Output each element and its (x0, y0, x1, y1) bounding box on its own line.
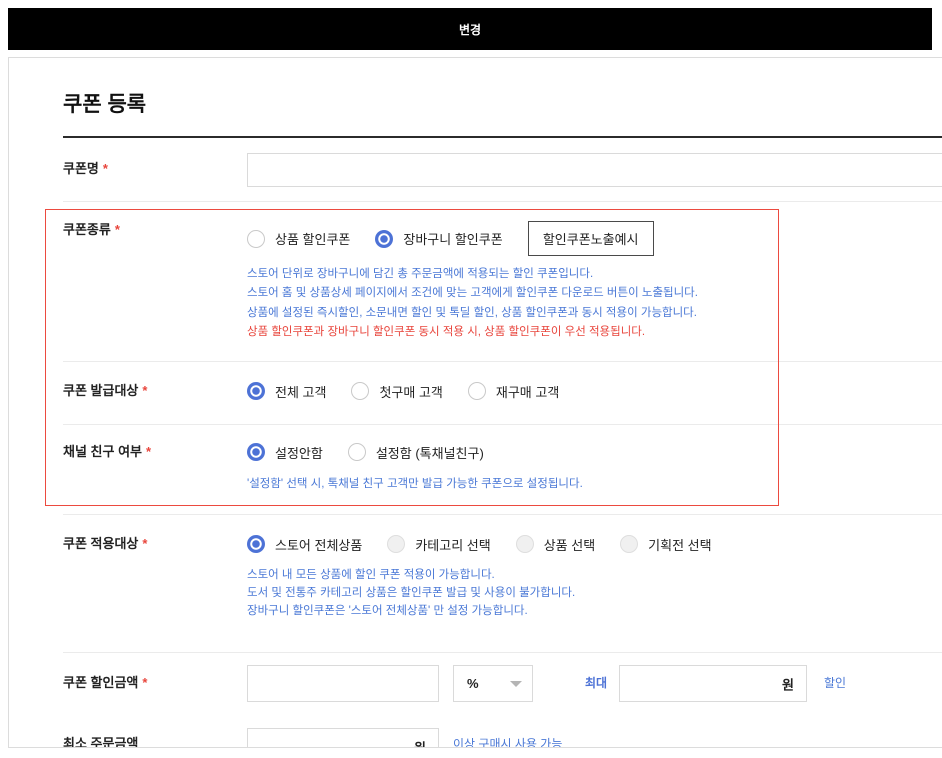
issue-target-radio-group: 전체 고객 첫구매 고객 재구매 고객 (247, 381, 559, 401)
radio-label: 상품 할인쿠폰 (275, 232, 351, 247)
min-order-field[interactable]: 원 (247, 728, 439, 747)
coupon-type-label: 쿠폰종류 * (63, 221, 120, 239)
coupon-name-input[interactable] (248, 154, 942, 186)
required-mark: * (114, 222, 120, 237)
help-text-line: 스토어 단위로 장바구니에 담긴 총 주문금액에 적용되는 할인 쿠폰입니다. (247, 268, 594, 280)
issue-target-option-first[interactable]: 첫구매 고객 (351, 382, 443, 401)
discount-amount-input[interactable] (248, 666, 438, 701)
radio-button[interactable] (351, 382, 370, 400)
radio-button[interactable] (467, 382, 486, 400)
row-divider (63, 652, 942, 653)
help-text-line: 도서 및 전통주 카테고리 상품은 할인쿠폰 발급 및 사용이 불가합니다. (247, 587, 576, 599)
title-divider (63, 136, 942, 138)
change-button[interactable]: 변경 (8, 8, 932, 50)
radio-label: 전체 고객 (275, 384, 327, 400)
issue-target-label: 쿠폰 발급대상 * (63, 382, 147, 400)
coupon-preview-button[interactable]: 할인쿠폰노출예시 (527, 221, 654, 256)
required-mark: * (145, 444, 152, 459)
max-discount-input[interactable] (620, 666, 806, 701)
discount-unit-value: % (467, 676, 479, 691)
coupon-type-option-cart[interactable]: 장바구니 할인쿠폰 (375, 229, 503, 248)
radio-label: 장바구니 할인쿠폰 (403, 232, 503, 247)
required-mark: * (142, 536, 148, 551)
coupon-registration-panel: 쿠폰 등록 쿠폰명 * 쿠폰종류 * 상품 할인쿠폰 장바구니 할인쿠폰 할인쿠폰노… (8, 57, 942, 748)
radio-label: 카테고리 선택 (415, 537, 491, 553)
apply-target-help: 스토어 내 모든 상품에 할인 쿠폰 적용이 가능합니다. 도서 및 전통주 카… (247, 566, 575, 620)
channel-friend-help: '설정함' 선택 시, 톡채널 친구 고객만 발급 가능한 쿠폰으로 설정됩니다… (247, 475, 583, 494)
help-text-line: 상품에 설정된 즉시할인, 소문내면 할인 및 톡딜 할인, 상품 할인쿠폰과 … (247, 306, 697, 319)
issue-target-label-text: 쿠폰 발급대상 (63, 383, 139, 398)
help-text-line: 스토어 홈 및 상품상세 페이지에서 조건에 맞는 고객에게 할인쿠폰 다운로드… (247, 287, 698, 300)
required-mark: * (142, 383, 148, 398)
channel-friend-label-text: 채널 친구 여부 (63, 444, 142, 459)
radio-button[interactable] (247, 535, 265, 553)
radio-button[interactable] (620, 535, 639, 553)
channel-friend-radio-group: 설정안함 설정함 (톡채널친구) (247, 442, 484, 462)
min-order-input[interactable] (248, 729, 438, 747)
discount-unit-select[interactable]: % (453, 665, 533, 702)
apply-target-option-store-all[interactable]: 스토어 전체상품 (247, 535, 362, 554)
issue-target-option-all[interactable]: 전체 고객 (247, 382, 326, 401)
coupon-name-field[interactable] (247, 153, 942, 187)
radio-label: 재구매 고객 (495, 384, 560, 400)
help-warning-line: 상품 할인쿠폰과 장바구니 할인쿠폰 동시 적용 시, 상품 할인쿠폰이 우선 … (247, 325, 646, 338)
radio-button[interactable] (375, 229, 394, 248)
coupon-name-label-text: 쿠폰명 (63, 161, 99, 176)
page-title: 쿠폰 등록 (63, 93, 147, 116)
discount-amount-field[interactable] (247, 665, 439, 702)
radio-label: 기획전 선택 (648, 537, 712, 553)
apply-target-option-exhibition[interactable]: 기획전 선택 (620, 535, 712, 554)
radio-label: 상품 선택 (543, 537, 596, 553)
coupon-type-label-text: 쿠폰종류 (63, 222, 111, 237)
min-order-suffix: 이상 구매시 사용 가능 (453, 737, 563, 748)
help-text-line: '설정함' 선택 시, 톡채널 친구 고객만 발급 가능한 쿠폰으로 설정됩니다… (247, 478, 583, 490)
radio-button[interactable] (247, 443, 265, 461)
coupon-type-help: 스토어 단위로 장바구니에 담긴 총 주문금액에 적용되는 할인 쿠폰입니다. … (247, 265, 698, 342)
discount-amount-label-text: 쿠폰 할인금액 (63, 675, 139, 690)
apply-target-option-product[interactable]: 상품 선택 (515, 535, 596, 554)
help-text-line: 스토어 내 모든 상품에 할인 쿠폰 적용이 가능합니다. (247, 569, 495, 581)
channel-friend-option-on[interactable]: 설정함 (톡채널친구) (347, 443, 484, 462)
required-mark: * (102, 161, 108, 176)
chevron-down-icon (510, 680, 522, 687)
coupon-type-option-product[interactable]: 상품 할인쿠폰 (247, 229, 350, 248)
radio-button[interactable] (347, 443, 366, 461)
max-discount-field[interactable]: 원 (619, 665, 807, 702)
channel-friend-option-off[interactable]: 설정안함 (247, 443, 323, 462)
issue-target-option-repeat[interactable]: 재구매 고객 (467, 382, 560, 401)
change-button-label: 변경 (458, 22, 482, 37)
radio-label: 첫구매 고객 (379, 384, 443, 400)
radio-button[interactable] (247, 229, 265, 248)
required-mark: * (142, 675, 148, 690)
apply-target-option-category[interactable]: 카테고리 선택 (387, 535, 491, 554)
max-discount-label: 최대 (585, 676, 608, 690)
coupon-type-radio-group: 상품 할인쿠폰 장바구니 할인쿠폰 할인쿠폰노출예시 (247, 221, 654, 256)
channel-friend-label: 채널 친구 여부 * (63, 443, 151, 461)
radio-button[interactable] (387, 535, 406, 553)
discount-suffix: 할인 (824, 676, 847, 690)
min-order-label: 최소 주문금액 (63, 735, 139, 748)
coupon-name-label: 쿠폰명 * (63, 160, 108, 178)
radio-button[interactable] (247, 382, 265, 400)
apply-target-label-text: 쿠폰 적용대상 (63, 536, 139, 551)
radio-label: 설정안함 (275, 445, 323, 461)
apply-target-radio-group: 스토어 전체상품 카테고리 선택 상품 선택 기획전 선택 (247, 534, 712, 554)
radio-label: 스토어 전체상품 (275, 537, 363, 553)
row-divider (63, 361, 942, 362)
radio-button[interactable] (515, 535, 534, 553)
row-divider (63, 424, 942, 425)
radio-label: 설정함 (톡채널친구) (375, 445, 484, 461)
min-order-label-text: 최소 주문금액 (63, 736, 139, 748)
row-divider (63, 201, 942, 202)
row-divider (63, 514, 942, 515)
help-text-line: 장바구니 할인쿠폰은 '스토어 전체상품' 만 설정 가능합니다. (247, 605, 528, 617)
discount-amount-label: 쿠폰 할인금액 * (63, 674, 147, 692)
apply-target-label: 쿠폰 적용대상 * (63, 535, 147, 553)
